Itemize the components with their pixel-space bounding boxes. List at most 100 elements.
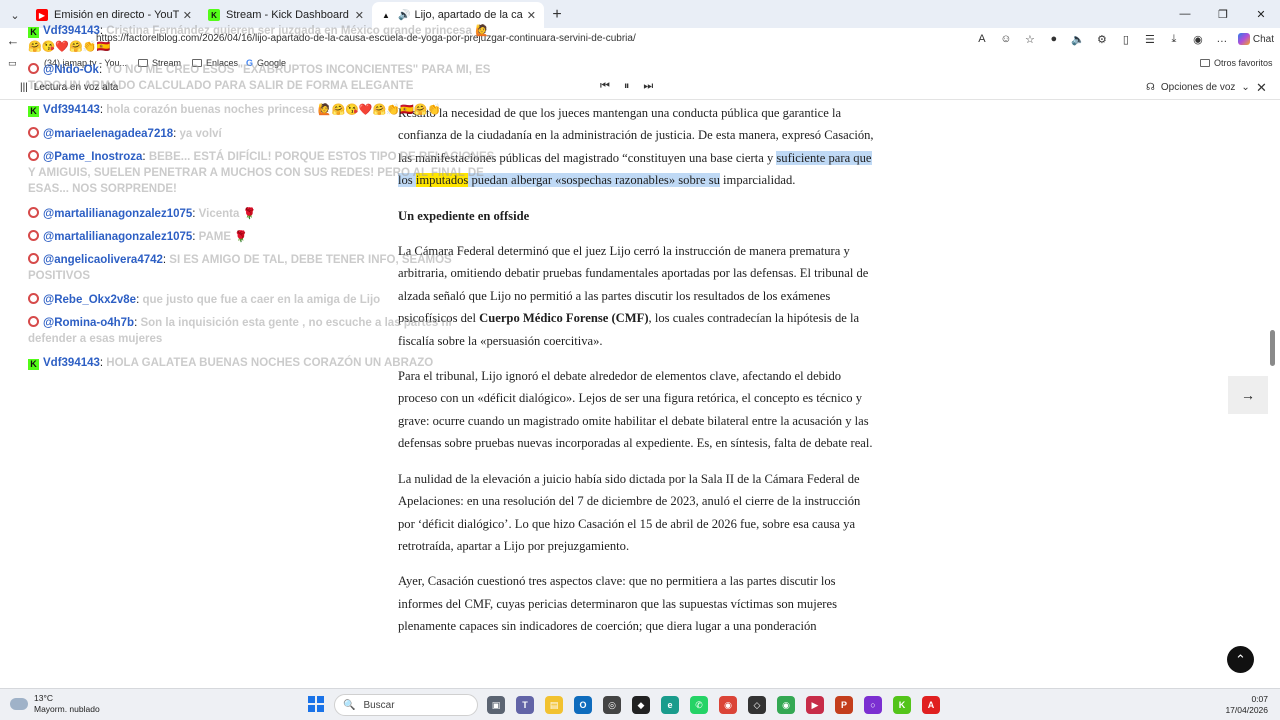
toolbar-icons: A ☺ ☆ ● 🔈 ⚙ ▯ ☰ ⤓ ◉ … Chat — [974, 30, 1274, 48]
next-icon[interactable]: ⏭ — [643, 80, 653, 93]
article-paragraph: La nulidad de la elevación a juicio habí… — [398, 471, 861, 553]
chat-message: K Vdf394143: hola corazón buenas noches p… — [28, 102, 498, 118]
chat-message: @Nido-Ok: YO NO ME CREO ESOS "EXABRUPTOS… — [28, 63, 491, 92]
restore-icon[interactable]: ❐ — [1204, 0, 1242, 28]
download-icon[interactable]: ⤓ — [1166, 30, 1182, 48]
powerpoint-icon[interactable]: P — [835, 696, 853, 714]
chat-text: hola corazón buenas noches princesa — [106, 104, 315, 116]
window-controls: — ❐ ✕ — [1166, 0, 1280, 28]
article-paragraph: Para el tribunal, Lijo ignoró el debate … — [398, 369, 873, 451]
previous-icon[interactable]: ⏮ — [600, 80, 610, 93]
bookmark-label: Otros favoritos — [1214, 58, 1273, 68]
close-tab-icon[interactable]: ✕ — [183, 9, 192, 22]
cloud-icon — [10, 698, 28, 710]
read-aloud-icon[interactable]: A — [974, 30, 990, 48]
teams-icon[interactable]: T — [516, 696, 534, 714]
chat-username: @martalilianagonzalez1075 — [43, 231, 193, 243]
youtube-icon — [28, 150, 39, 161]
folder-icon — [1200, 59, 1210, 67]
chat-username: @Rebe_Okx2v8e — [43, 294, 137, 306]
search-icon: 🔍 — [343, 699, 356, 711]
other-bookmarks[interactable]: Otros favoritos — [1200, 58, 1273, 68]
copilot-button[interactable]: Chat — [1237, 30, 1274, 48]
playback-controls: ⏮ ⏸ ⏭ — [600, 80, 653, 93]
tab-title: Lijo, apartado de la causa Escuela de Yo… — [414, 9, 523, 21]
taskbar-apps: ▣ T ▤ O ◎ ◆ e ✆ ◉ ◇ ◉ ▶ P ○ K A — [487, 696, 940, 714]
chat-message: @martalilianagonzalez1075: PAME 🌹 — [28, 229, 498, 245]
youtube-icon — [28, 63, 39, 74]
next-page-button[interactable]: → — [1228, 376, 1268, 414]
chat-username: @Romina-o4h7b — [43, 317, 135, 329]
acrobat-icon[interactable]: A — [922, 696, 940, 714]
outlook-icon[interactable]: O — [574, 696, 592, 714]
system-clock[interactable]: 0:07 17/04/2026 — [1225, 694, 1268, 716]
close-reader-icon[interactable]: ✕ — [1256, 80, 1267, 96]
chat-message: @martalilianagonzalez1075: Vicenta 🌹 — [28, 206, 498, 222]
edge-icon[interactable]: e — [661, 696, 679, 714]
app-icon[interactable]: ◆ — [632, 696, 650, 714]
close-tab-icon[interactable]: ✕ — [355, 9, 364, 22]
read-aloud-icon: ||| — [20, 82, 28, 93]
chat-message: K Vdf394143: HOLA GALATEA BUENAS NOCHES C… — [28, 355, 498, 371]
emoji-icon[interactable]: ☺ — [998, 30, 1014, 48]
voice-icon: ☊ — [1146, 82, 1155, 93]
app-icon[interactable]: ○ — [864, 696, 882, 714]
kick-icon: K — [28, 106, 39, 117]
chrome-profile-icon[interactable]: ◉ — [777, 696, 795, 714]
chat-message: @Pame_Inostroza: BEBE... ESTÁ DIFÍCIL! P… — [28, 150, 495, 195]
minimize-icon[interactable]: — — [1166, 0, 1204, 28]
more-icon[interactable]: … — [1214, 30, 1230, 48]
chat-message: K Vdf394143: Cristina Fernández quieren s… — [28, 25, 489, 53]
app-icon[interactable]: ◇ — [748, 696, 766, 714]
split-screen-icon[interactable]: ▯ — [1118, 30, 1134, 48]
youtube-icon — [28, 230, 39, 241]
back-icon[interactable]: ← — [0, 33, 26, 48]
weather-widget[interactable]: 13°C Mayorm. nublado — [10, 693, 100, 715]
kick-app-icon[interactable]: K — [893, 696, 911, 714]
youtube-icon — [28, 207, 39, 218]
scrollbar[interactable] — [1268, 102, 1276, 688]
chat-text: HOLA GALATEA BUENAS NOCHES CORAZÓN UN AB… — [106, 357, 434, 369]
favorite-star-icon[interactable]: ☆ — [1022, 30, 1038, 48]
close-window-icon[interactable]: ✕ — [1242, 0, 1280, 28]
clock-time: 0:07 — [1251, 694, 1268, 704]
voice-options-button[interactable]: ☊ Opciones de voz ⌄ — [1146, 82, 1250, 93]
chat-username: Vdf394143 — [43, 104, 100, 116]
speaker-icon[interactable]: 🔊 — [398, 10, 410, 21]
extension-icon[interactable]: ● — [1046, 30, 1062, 48]
chrome-icon[interactable]: ◉ — [719, 696, 737, 714]
highlight-text: puedan albergar «sospechas razonables» s… — [468, 173, 720, 188]
taskbar-search[interactable]: 🔍 Buscar — [334, 694, 478, 716]
kick-icon: K — [28, 359, 39, 370]
chat-username: Vdf394143 — [43, 357, 100, 369]
taskbar: 13°C Mayorm. nublado 🔍 Buscar ▣ T ▤ O ◎ ◆… — [0, 688, 1280, 720]
chat-message: @angelicaolivera4742: SI ES AMIGO DE TAL… — [28, 253, 452, 282]
scrollbar-thumb[interactable] — [1270, 330, 1275, 366]
chat-emoji: 🌹 — [234, 231, 248, 243]
back-to-top-button[interactable]: ⌃ — [1227, 646, 1254, 673]
profile-icon[interactable]: ◉ — [1190, 30, 1206, 48]
voice-options-label: Opciones de voz — [1160, 82, 1236, 93]
tab-actions-menu-icon[interactable]: ⌄ — [2, 2, 28, 28]
article-paragraph: Ayer, Casación cuestionó tres aspectos c… — [398, 574, 837, 634]
puzzle-icon[interactable]: ⚙ — [1094, 30, 1110, 48]
task-view-icon[interactable]: ▣ — [487, 696, 505, 714]
obs-icon[interactable]: ◎ — [603, 696, 621, 714]
bookmark-toggle-icon[interactable]: ▭ — [8, 58, 17, 69]
streaming-app-icon[interactable]: ▶ — [806, 696, 824, 714]
collections-icon[interactable]: ☰ — [1142, 30, 1158, 48]
pause-icon[interactable]: ⏸ — [624, 80, 630, 93]
chat-text: Cristina Fernández quieren ser juzgada e… — [106, 25, 472, 37]
volume-icon[interactable]: 🔈 — [1070, 30, 1086, 48]
windows-start-icon[interactable] — [308, 696, 324, 712]
new-tab-icon[interactable]: + — [544, 2, 570, 28]
whatsapp-icon[interactable]: ✆ — [690, 696, 708, 714]
close-tab-icon[interactable]: ✕ — [527, 9, 536, 22]
arrow-right-icon: → — [1241, 387, 1255, 403]
file-explorer-icon[interactable]: ▤ — [545, 696, 563, 714]
browser-window: ⌄ ▶ Emisión en directo - YouTube Studio … — [0, 0, 1280, 720]
tab-title: Emisión en directo - YouTube Studio — [54, 9, 179, 21]
chat-message: @Rebe_Okx2v8e: que justo que fue a caer … — [28, 292, 498, 308]
chat-message: @mariaelenagadea7218: ya volví — [28, 126, 498, 142]
tab-title: Stream - Kick Dashboard — [226, 9, 349, 21]
